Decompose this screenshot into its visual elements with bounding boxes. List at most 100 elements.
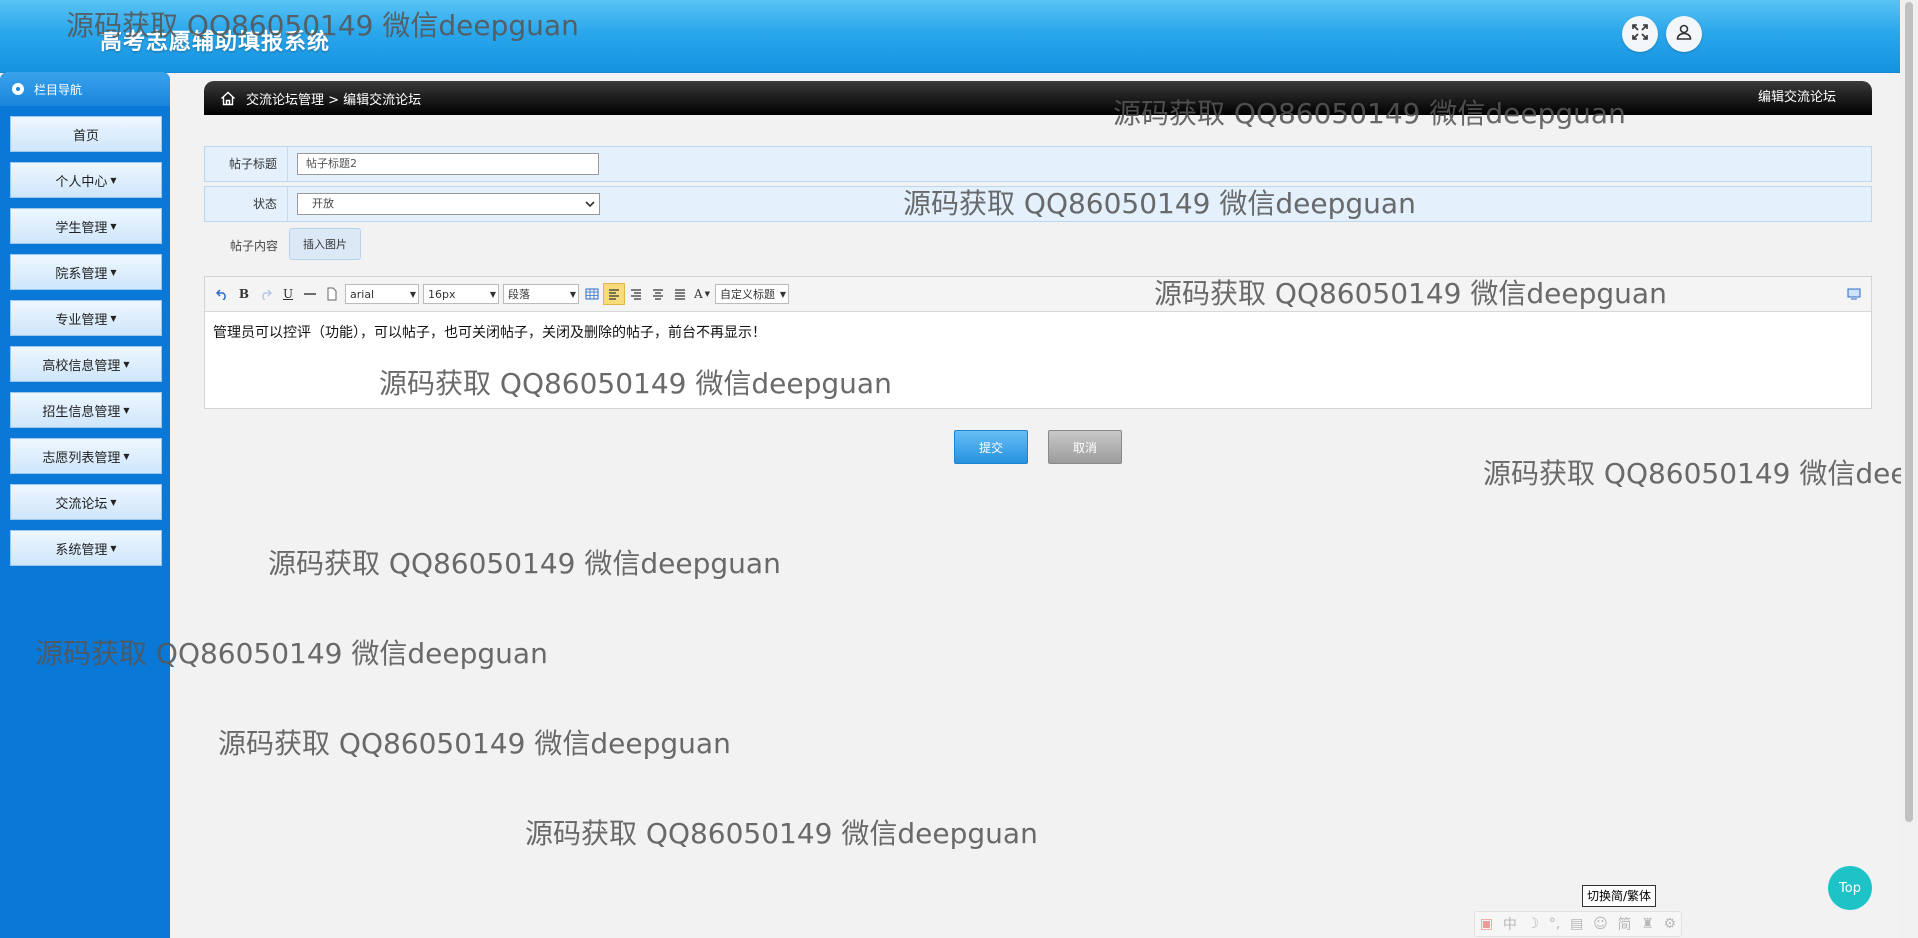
- user-icon: ☺: [1593, 916, 1608, 932]
- rich-text-editor: B U arial ▼ 16px ▼ 段落 ▼ A ▼ 自定义标题 ▼ 管理员可…: [204, 276, 1872, 409]
- align-justify-icon[interactable]: [669, 283, 691, 305]
- ime-toolbar: ▣ 中 ☽ °, ▤ ☺ 简 ♜ ⚙: [1474, 911, 1682, 937]
- caret-down-icon: ▼: [110, 497, 117, 507]
- back-to-top-button[interactable]: Top: [1828, 866, 1872, 910]
- watermark-clip: 源码获取 QQ86050149 微信deepguan: [1483, 452, 1901, 492]
- ime-simplified-mode[interactable]: 简: [1617, 914, 1631, 934]
- status-row: 状态 开放: [204, 186, 1872, 222]
- user-icon: [1675, 23, 1693, 45]
- horizontal-rule-icon[interactable]: [299, 283, 321, 305]
- watermark: 源码获取 QQ86050149 微信deepguan: [218, 727, 731, 760]
- chevron-down-icon: [585, 194, 595, 222]
- cancel-button[interactable]: 取消: [1048, 430, 1122, 464]
- caret-down-icon: ▼: [110, 221, 117, 231]
- align-center-icon[interactable]: [647, 283, 669, 305]
- vertical-scrollbar[interactable]: [1900, 0, 1918, 938]
- sidebar-item-label: 个人中心: [55, 174, 108, 190]
- sidebar-item-label: 交流论坛: [55, 496, 108, 512]
- sidebar-item-label: 招生信息管理: [42, 404, 121, 420]
- gear-icon: ⚙: [1663, 916, 1677, 932]
- source-view-icon[interactable]: [1843, 283, 1865, 305]
- caret-down-icon: ▼: [110, 313, 117, 323]
- ime-logo-icon: ▣: [1479, 916, 1494, 932]
- font-color-icon[interactable]: A ▼: [691, 283, 713, 305]
- sidebar-item-system[interactable]: 系统管理 ▼: [10, 530, 162, 566]
- sidebar-item-universities[interactable]: 高校信息管理 ▼: [10, 346, 162, 382]
- caret-down-icon: ▼: [123, 405, 130, 415]
- underline-icon[interactable]: U: [277, 283, 299, 305]
- editor-toolbar: B U arial ▼ 16px ▼ 段落 ▼ A ▼ 自定义标题 ▼: [205, 277, 1871, 312]
- sidebar-item-majors[interactable]: 专业管理 ▼: [10, 300, 162, 336]
- breadcrumb: 交流论坛管理 > 编辑交流论坛: [246, 92, 422, 108]
- title-row: 帖子标题 帖子标题2: [204, 146, 1872, 182]
- sidebar-header: 栏目导航: [0, 72, 170, 106]
- paragraph-select[interactable]: 段落 ▼: [503, 284, 579, 304]
- fullscreen-button[interactable]: [1622, 16, 1658, 52]
- insert-image-button[interactable]: 插入图片: [289, 228, 361, 260]
- shirt-icon: ♜: [1641, 916, 1654, 932]
- title-input[interactable]: 帖子标题2: [297, 153, 599, 175]
- new-document-icon[interactable]: [321, 283, 343, 305]
- sidebar-item-admissions[interactable]: 招生信息管理 ▼: [10, 392, 162, 428]
- font-size-select[interactable]: 16px ▼: [423, 284, 499, 304]
- paragraph-value: 段落: [508, 288, 530, 301]
- content-label: 帖子内容: [229, 239, 278, 253]
- font-size-value: 16px: [428, 287, 456, 301]
- caret-down-icon: ▼: [123, 451, 130, 461]
- status-select[interactable]: 开放: [297, 193, 600, 215]
- bold-icon[interactable]: B: [233, 283, 255, 305]
- sidebar-item-label: 系统管理: [55, 542, 108, 558]
- caret-down-icon: ▼: [489, 289, 496, 299]
- editor-content[interactable]: 管理员可以控评（功能），可以帖子，也可关闭帖子，关闭及删除的帖子，前台不再显示！: [205, 312, 1871, 352]
- redo-icon[interactable]: [255, 283, 277, 305]
- ime-chinese-mode[interactable]: 中: [1503, 914, 1517, 934]
- caret-down-icon: ▼: [409, 289, 416, 299]
- sidebar-item-home[interactable]: 首页: [10, 116, 162, 152]
- header-bar: 高考志愿辅助填报系统: [0, 0, 1900, 73]
- keyboard-icon: ▤: [1570, 916, 1584, 932]
- sidebar-item-label: 首页: [72, 128, 99, 144]
- caret-down-icon: ▼: [123, 359, 130, 369]
- sidebar-item-label: 高校信息管理: [42, 358, 121, 374]
- breadcrumb-bar: 交流论坛管理 > 编辑交流论坛 编辑交流论坛: [204, 81, 1872, 115]
- font-family-value: arial: [350, 287, 375, 301]
- switch-language-button[interactable]: 切换简/繁体: [1582, 885, 1657, 907]
- caret-down-icon: ▼: [779, 289, 786, 299]
- nav-dot-icon: [12, 83, 24, 95]
- sidebar-item-label: 院系管理: [55, 266, 108, 282]
- page-title: 编辑交流论坛: [1757, 90, 1836, 105]
- sidebar: 栏目导航 首页 个人中心 ▼ 学生管理 ▼ 院系管理 ▼ 专业管理 ▼ 高校信息管理 ▼ …: [0, 72, 170, 938]
- status-label: 状态: [252, 197, 277, 211]
- home-icon[interactable]: [220, 91, 236, 106]
- submit-button[interactable]: 提交: [954, 430, 1028, 464]
- sidebar-item-departments[interactable]: 院系管理 ▼: [10, 254, 162, 290]
- custom-heading-value: 自定义标题: [720, 288, 775, 301]
- title-label: 帖子标题: [228, 157, 277, 171]
- align-left-icon[interactable]: [603, 283, 625, 305]
- font-family-select[interactable]: arial ▼: [345, 284, 419, 304]
- sidebar-item-label: 志愿列表管理: [42, 450, 121, 466]
- user-button[interactable]: [1666, 16, 1702, 52]
- table-icon[interactable]: [581, 283, 603, 305]
- status-value: 开放: [312, 197, 334, 210]
- align-right-icon[interactable]: [625, 283, 647, 305]
- undo-icon[interactable]: [211, 283, 233, 305]
- sidebar-item-label: 专业管理: [55, 312, 108, 328]
- watermark: 源码获取 QQ86050149 微信deepguan: [525, 817, 1038, 850]
- sidebar-item-applications[interactable]: 志愿列表管理 ▼: [10, 438, 162, 474]
- moon-icon: ☽: [1526, 916, 1540, 932]
- caret-down-icon: ▼: [110, 543, 117, 553]
- sidebar-item-forum[interactable]: 交流论坛 ▼: [10, 484, 162, 520]
- caret-down-icon: ▼: [110, 267, 117, 277]
- watermark: 源码获取 QQ86050149 微信deepguan: [268, 547, 781, 580]
- sidebar-title: 栏目导航: [34, 82, 83, 97]
- sidebar-item-label: 学生管理: [55, 220, 108, 236]
- sidebar-item-students[interactable]: 学生管理 ▼: [10, 208, 162, 244]
- sidebar-item-personal-center[interactable]: 个人中心 ▼: [10, 162, 162, 198]
- app-title: 高考志愿辅助填报系统: [100, 30, 331, 55]
- punctuation-icon: °,: [1548, 916, 1561, 932]
- watermark: 源码获取 QQ86050149 微信deepguan: [1483, 457, 1901, 490]
- caret-down-icon: ▼: [110, 175, 117, 185]
- caret-down-icon: ▼: [569, 289, 576, 299]
- custom-heading-select[interactable]: 自定义标题 ▼: [715, 284, 789, 304]
